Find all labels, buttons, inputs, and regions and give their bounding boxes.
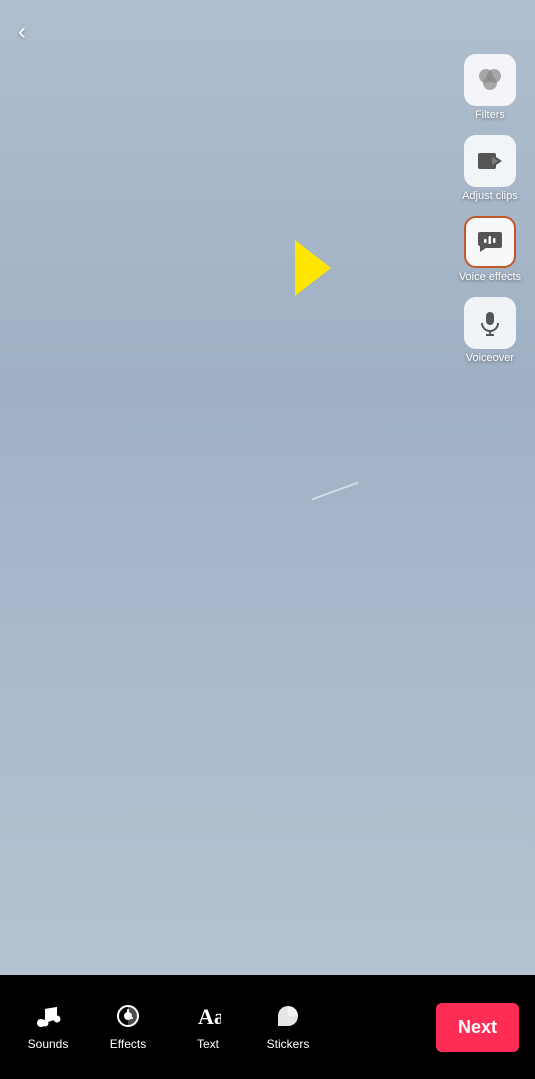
back-button[interactable]: ‹ (18, 18, 26, 46)
filters-label: Filters (475, 109, 505, 121)
adjust-clips-label: Adjust clips (462, 190, 518, 202)
toolbar-item-voiceover[interactable]: Voiceover (455, 293, 525, 368)
toolbar-item-filters[interactable]: Filters (455, 50, 525, 125)
voiceover-icon-wrap (464, 297, 516, 349)
voice-effects-icon-wrap (464, 216, 516, 268)
voice-effects-icon (476, 228, 504, 256)
text-icon: Aa (195, 1003, 221, 1033)
stickers-icon (275, 1003, 301, 1033)
text-label: Text (197, 1037, 219, 1051)
voice-effects-label: Voice effects (459, 271, 521, 283)
music-note-icon (35, 1003, 61, 1033)
toolbar-item-adjust-clips[interactable]: Adjust clips (455, 131, 525, 206)
voiceover-label: Voiceover (466, 352, 514, 364)
bottom-item-effects[interactable]: Effects (88, 995, 168, 1059)
video-preview: ‹ Filters (0, 0, 535, 975)
voiceover-icon (476, 309, 504, 337)
filters-icon (476, 66, 504, 94)
adjust-clips-icon (476, 147, 504, 175)
sounds-label: Sounds (28, 1037, 69, 1051)
next-button[interactable]: Next (436, 1003, 519, 1052)
plane-streak (311, 482, 359, 501)
stickers-label: Stickers (267, 1037, 310, 1051)
bottom-item-text[interactable]: Aa Text (168, 995, 248, 1059)
effects-label: Effects (110, 1037, 146, 1051)
right-toolbar: Filters Adjust clips (455, 50, 525, 368)
filters-icon-wrap (464, 54, 516, 106)
adjust-clips-icon-wrap (464, 135, 516, 187)
bottom-bar: Sounds Effects Aa (0, 975, 535, 1079)
svg-text:Aa: Aa (198, 1004, 221, 1029)
bottom-items: Sounds Effects Aa (8, 995, 436, 1059)
bottom-item-stickers[interactable]: Stickers (248, 995, 328, 1059)
effects-icon (115, 1003, 141, 1033)
bottom-item-sounds[interactable]: Sounds (8, 995, 88, 1059)
toolbar-item-voice-effects[interactable]: Voice effects (455, 212, 525, 287)
